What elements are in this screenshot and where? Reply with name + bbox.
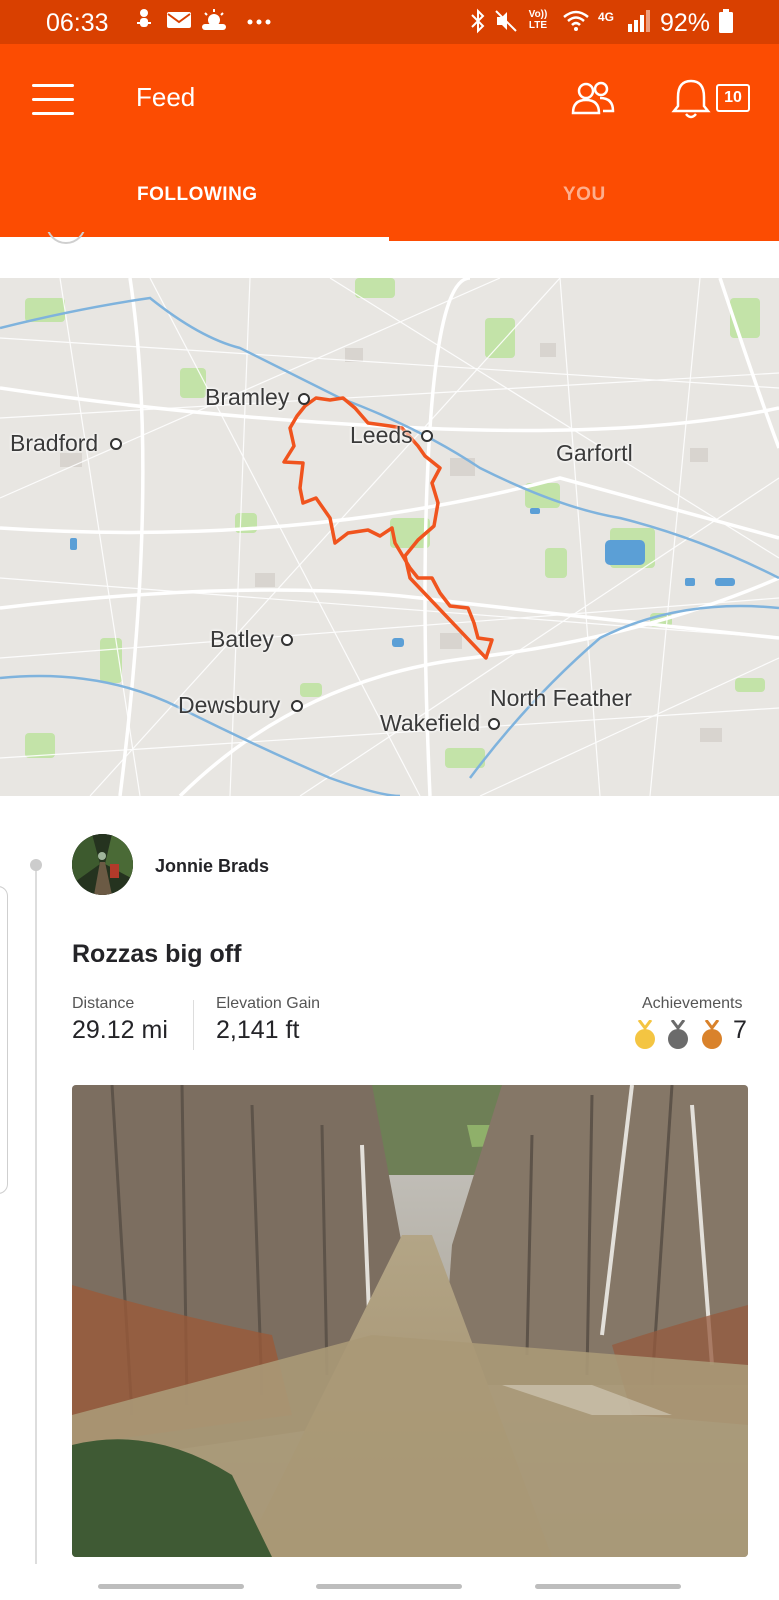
stat-distance-value: 29.12 mi: [72, 1016, 168, 1044]
previous-card-avatar-edge: [46, 232, 86, 246]
stat-elevation-label: Elevation Gain: [216, 995, 321, 1012]
tab-following[interactable]: FOLLOWING: [137, 184, 258, 206]
avatar[interactable]: [72, 834, 133, 895]
mic-person-icon: [137, 9, 151, 27]
map-marker-leeds: [421, 430, 433, 442]
status-bar: 06:33 Vo)) LTE 4G 92%: [0, 0, 779, 44]
menu-icon[interactable]: [32, 84, 74, 116]
status-time: 06:33: [46, 9, 109, 37]
battery-icon: [719, 9, 733, 33]
map-label-north-featherstone: North Feather: [490, 685, 632, 711]
more-icon: [247, 19, 271, 25]
volte-icon: Vo)) LTE: [528, 9, 548, 31]
timeline-line: [35, 864, 37, 1564]
achievements-label: Achievements: [642, 995, 743, 1012]
mute-icon: [495, 10, 517, 32]
map-marker-dewsbury: [291, 700, 303, 712]
signal-icon: [628, 10, 650, 32]
battery-percent: 92%: [660, 9, 711, 37]
mail-icon: [167, 12, 191, 28]
stat-elevation-value: 2,141 ft: [216, 1016, 300, 1044]
activity-photo[interactable]: [72, 1085, 748, 1557]
map-label-wakefield: Wakefield: [380, 710, 481, 736]
map-label-bradford: Bradford: [10, 430, 99, 456]
wifi-icon: [563, 10, 589, 31]
silver-medal-icon: [668, 1020, 688, 1049]
notification-count-badge[interactable]: 10: [716, 84, 750, 112]
system-navigation-bar: [0, 1566, 779, 1600]
stat-divider: [193, 1000, 194, 1050]
map-marker-bradford: [110, 438, 122, 450]
map-label-batley: Batley: [210, 626, 274, 652]
timeline-dot: [30, 859, 42, 871]
map-marker-wakefield: [488, 718, 500, 730]
map-label-bramley: Bramley: [205, 384, 290, 410]
weather-icon: [202, 9, 226, 30]
map-label-dewsbury: Dewsbury: [178, 692, 281, 718]
map-marker-batley: [281, 634, 293, 646]
4g-icon: 4G: [598, 10, 615, 24]
nav-home-button[interactable]: [316, 1584, 462, 1589]
page-title: Feed: [136, 82, 196, 112]
bluetooth-icon: [471, 8, 485, 34]
nav-back-button[interactable]: [535, 1584, 681, 1589]
tab-you[interactable]: YOU: [563, 184, 606, 206]
athlete-name[interactable]: Jonnie Brads: [155, 856, 269, 877]
bronze-medal-icon: [702, 1020, 722, 1049]
map-label-leeds: Leeds: [350, 422, 413, 448]
map-marker-bramley: [298, 393, 310, 405]
nav-recents-button[interactable]: [98, 1584, 244, 1589]
previous-card-edge: [0, 886, 8, 1194]
activity-route-map[interactable]: Bramley Leeds Bradford Garfortl Batley D…: [0, 278, 779, 796]
achievements-count: 7: [733, 1016, 747, 1044]
gold-medal-icon: [635, 1020, 655, 1049]
find-friends-icon[interactable]: [570, 80, 616, 116]
notifications-bell-icon[interactable]: [670, 78, 712, 120]
map-label-garforth: Garfortl: [556, 440, 633, 466]
activity-title[interactable]: Rozzas big off: [72, 940, 241, 969]
app-bar: Feed 10 FOLLOWING YOU: [0, 44, 779, 241]
stat-distance-label: Distance: [72, 995, 135, 1012]
